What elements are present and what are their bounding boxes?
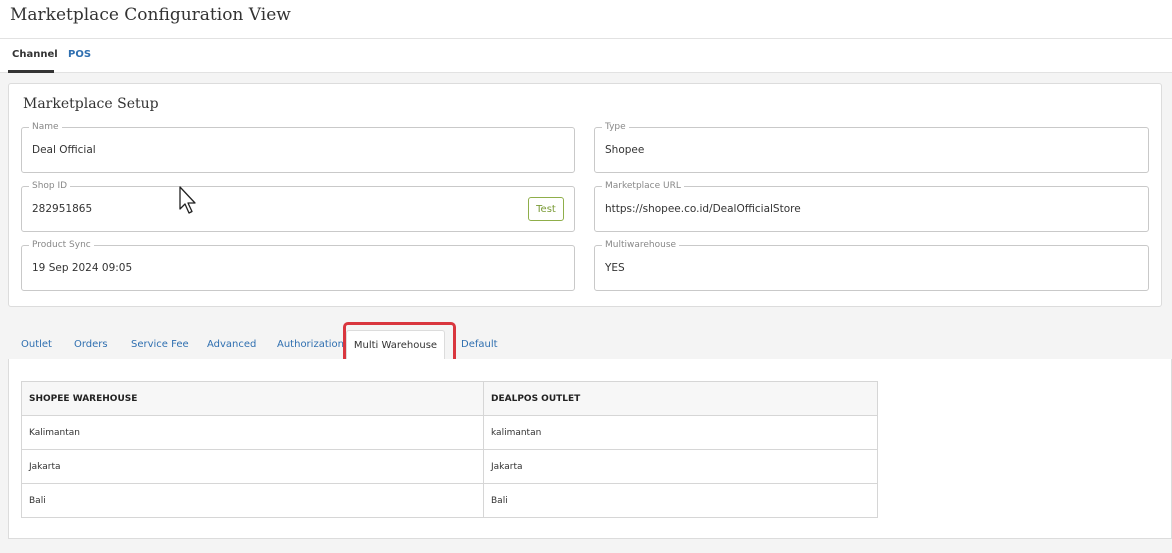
table-row: Bali Bali — [21, 483, 878, 518]
multiwarehouse-field[interactable]: Multiwarehouse YES — [594, 240, 1149, 291]
test-button[interactable]: Test — [528, 197, 564, 221]
product-sync-field-label: Product Sync — [29, 240, 94, 251]
tab-pos[interactable]: POS — [68, 49, 91, 60]
dealpos-outlet-cell: kalimantan — [483, 415, 878, 450]
column-header-shopee-warehouse: SHOPEE WAREHOUSE — [21, 381, 484, 416]
tab-channel[interactable]: Channel — [12, 49, 58, 60]
shop-id-field-label: Shop ID — [29, 181, 71, 192]
column-header-dealpos-outlet: DEALPOS OUTLET — [483, 381, 878, 416]
shopee-warehouse-cell: Kalimantan — [21, 415, 484, 450]
setup-title: Marketplace Setup — [23, 96, 159, 112]
marketplace-url-field-value: https://shopee.co.id/DealOfficialStore — [605, 203, 801, 215]
marketplace-url-field-label: Marketplace URL — [602, 181, 684, 192]
tab-outlet[interactable]: Outlet — [21, 339, 52, 350]
dealpos-outlet-cell: Jakarta — [483, 449, 878, 484]
dealpos-outlet-cell: Bali — [483, 483, 878, 518]
product-sync-field-value: 19 Sep 2024 09:05 — [32, 262, 133, 274]
tab-authorization[interactable]: Authorization — [277, 339, 344, 350]
tab-advanced[interactable]: Advanced — [207, 339, 256, 350]
multiwarehouse-field-label: Multiwarehouse — [602, 240, 680, 251]
shopee-warehouse-cell: Bali — [21, 483, 484, 518]
shop-id-field[interactable]: Shop ID 282951865 Test — [21, 181, 575, 232]
multiwarehouse-field-value: YES — [605, 262, 625, 274]
active-tab-indicator — [8, 70, 54, 73]
type-field[interactable]: Type Shopee — [594, 122, 1149, 173]
name-field-value: Deal Official — [32, 144, 96, 156]
name-field[interactable]: Name Deal Official — [21, 122, 575, 173]
warehouse-mapping-table: SHOPEE WAREHOUSE DEALPOS OUTLET Kalimant… — [21, 381, 878, 518]
table-header-row: SHOPEE WAREHOUSE DEALPOS OUTLET — [21, 381, 878, 416]
config-sub-tab-bar: Outlet Orders Service Fee Advanced Autho… — [8, 322, 1172, 360]
table-row: Kalimantan kalimantan — [21, 415, 878, 450]
marketplace-url-field[interactable]: Marketplace URL https://shopee.co.id/Dea… — [594, 181, 1149, 232]
name-field-label: Name — [29, 122, 62, 133]
shopee-warehouse-cell: Jakarta — [21, 449, 484, 484]
tab-multi-warehouse[interactable]: Multi Warehouse — [346, 330, 445, 360]
page-header: Marketplace Configuration View — [0, 0, 1172, 39]
tab-orders[interactable]: Orders — [74, 339, 108, 350]
tab-default[interactable]: Default — [461, 339, 498, 350]
table-row: Jakarta Jakarta — [21, 449, 878, 484]
product-sync-field[interactable]: Product Sync 19 Sep 2024 09:05 — [21, 240, 575, 291]
type-field-label: Type — [602, 122, 629, 133]
type-field-value: Shopee — [605, 144, 645, 156]
top-tab-bar: Channel POS — [0, 39, 1172, 73]
tab-service-fee[interactable]: Service Fee — [131, 339, 189, 350]
page-title: Marketplace Configuration View — [10, 5, 291, 25]
mouse-pointer-icon — [179, 186, 196, 214]
shop-id-field-value: 282951865 — [32, 203, 93, 215]
